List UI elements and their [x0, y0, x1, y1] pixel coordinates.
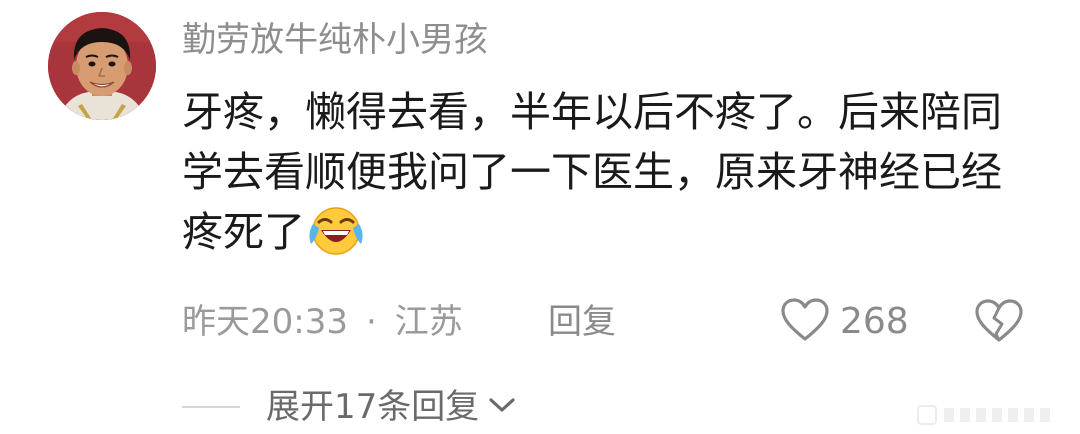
- broken-heart-icon: [974, 299, 1024, 348]
- divider-line: [182, 406, 240, 408]
- like-count: 268: [840, 301, 909, 342]
- expand-replies-label: 展开17条回复: [266, 387, 480, 427]
- comment-location: 江苏: [394, 302, 463, 342]
- avatar[interactable]: [48, 12, 156, 120]
- watermark-logo: [916, 402, 1066, 428]
- like-button[interactable]: 268: [780, 296, 909, 348]
- username[interactable]: 勤劳放牛纯朴小男孩: [182, 14, 488, 66]
- comment-meta: 昨天20:33 · 江苏: [182, 296, 463, 348]
- comment-text: 牙疼，懒得去看，半年以后不疼了。后来陪同学去看顺便我问了一下医生，原来牙神经已经…: [182, 82, 1012, 272]
- expand-replies-row: 展开17条回复: [182, 384, 517, 430]
- dislike-button[interactable]: [974, 298, 1024, 348]
- expand-replies-button[interactable]: 展开17条回复: [266, 384, 517, 430]
- crying-laughing-emoji-icon: [307, 204, 365, 272]
- meta-separator: ·: [365, 302, 377, 342]
- comment-time: 昨天20:33: [182, 302, 348, 342]
- reply-button[interactable]: 回复: [548, 296, 616, 348]
- comment-body: 牙疼，懒得去看，半年以后不疼了。后来陪同学去看顺便我问了一下医生，原来牙神经已经…: [182, 88, 1002, 256]
- heart-outline-icon: [780, 297, 830, 347]
- chevron-down-icon: [487, 395, 517, 419]
